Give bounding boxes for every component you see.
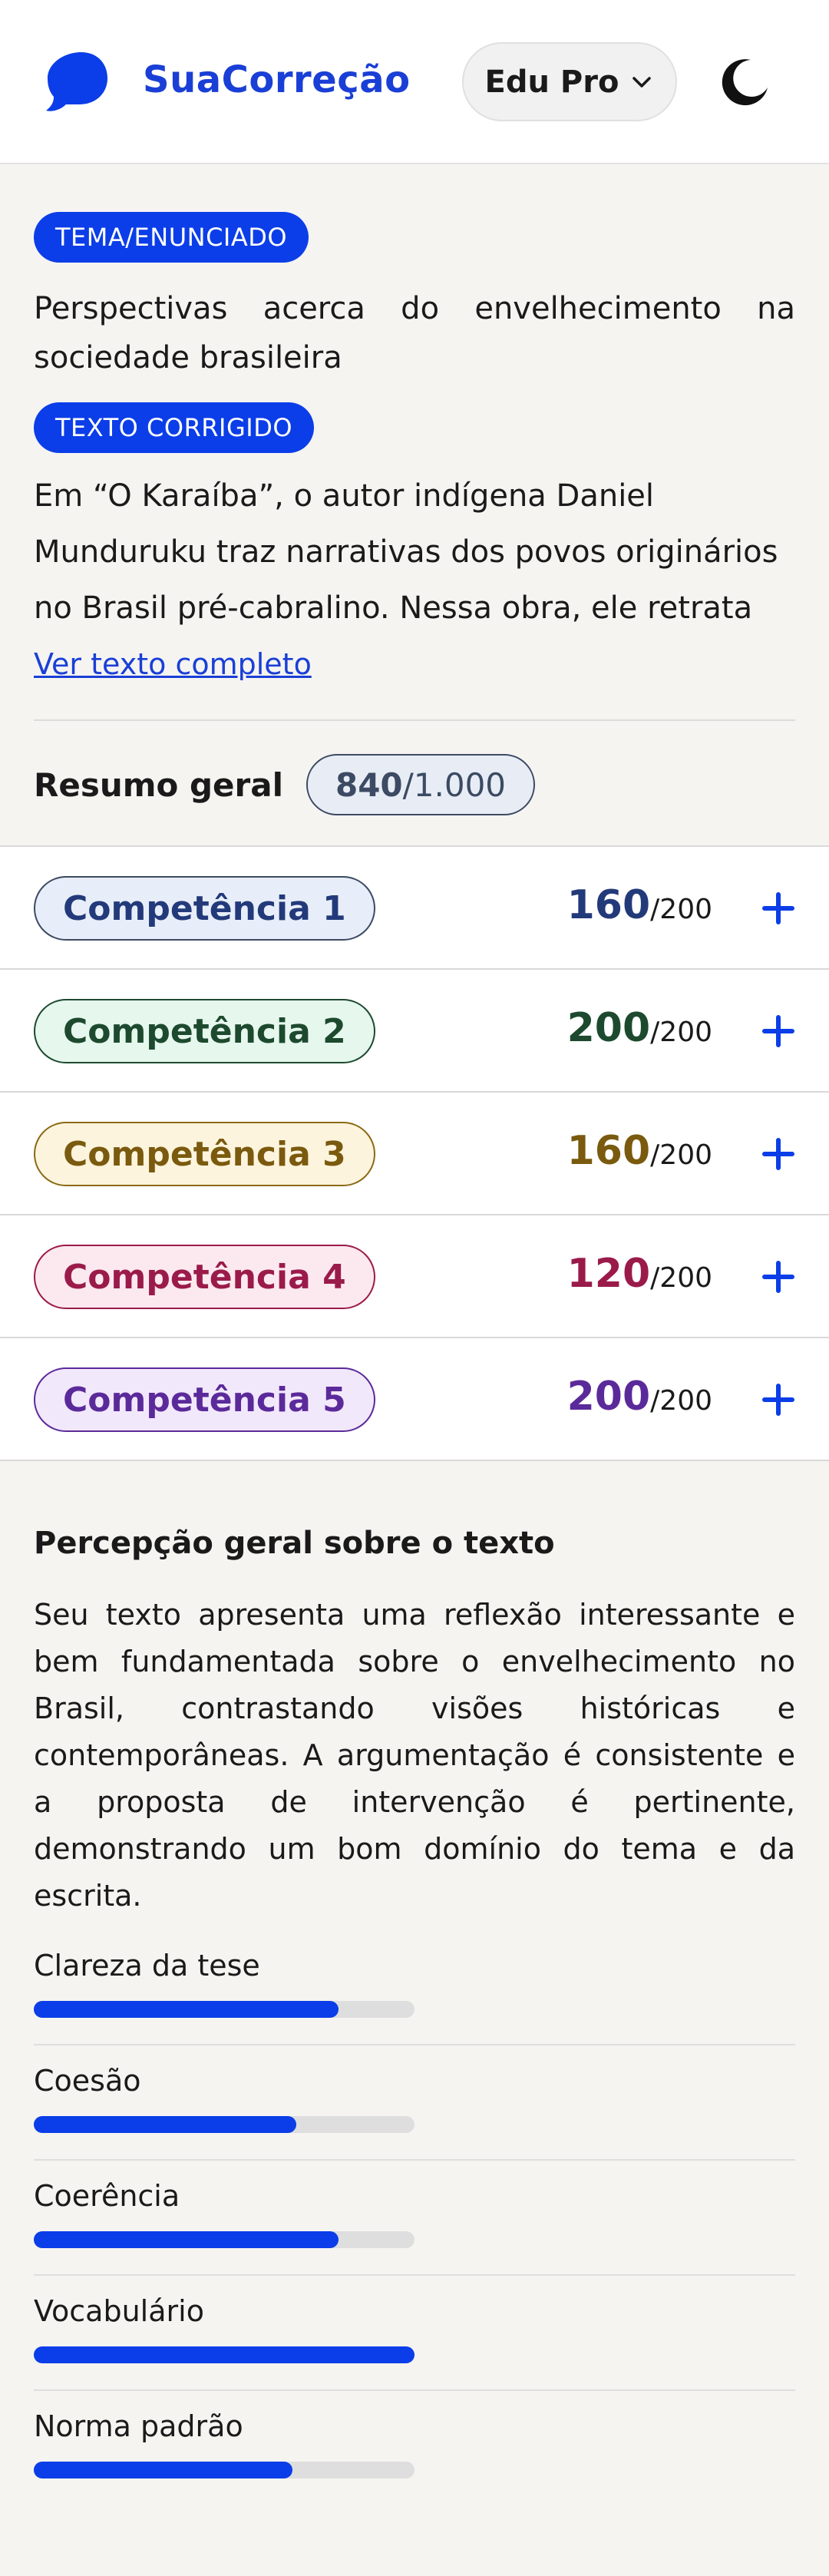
competency-score: 200 /200 xyxy=(567,1374,712,1420)
perception-text: Seu texto apresenta uma reflexão interes… xyxy=(34,1598,795,1913)
competency-score-max: /200 xyxy=(650,894,712,925)
metric-label: Vocabulário xyxy=(34,2294,204,2328)
divider xyxy=(34,719,795,721)
total-score-max: /1.000 xyxy=(402,766,507,804)
competency-score-max: /200 xyxy=(650,1262,712,1294)
metric-bar-fill xyxy=(34,2231,339,2248)
brand-name[interactable]: SuaCorreção xyxy=(143,58,411,101)
metric-item: Norma padrão xyxy=(34,2391,795,2506)
competency-row[interactable]: Competência 1 160 /200 xyxy=(0,847,829,970)
competency-row[interactable]: Competência 4 120 /200 xyxy=(0,1215,829,1338)
metric-label: Coesão xyxy=(34,2064,141,2098)
general-perception: Percepção geral sobre o texto Seu texto … xyxy=(0,1526,829,2506)
plan-label: Edu Pro xyxy=(484,64,619,100)
metrics-list: Clareza da tese Coesão Coerência Vocabul… xyxy=(34,1930,795,2506)
metric-bar-track xyxy=(34,2001,414,2018)
chevron-down-icon xyxy=(632,76,652,88)
speech-bubble-icon[interactable] xyxy=(43,48,111,115)
metric-bar-track xyxy=(34,2346,414,2363)
metric-bar-track xyxy=(34,2462,414,2478)
competency-score: 160 /200 xyxy=(567,882,712,928)
competency-row[interactable]: Competência 3 160 /200 xyxy=(0,1093,829,1215)
competency-list: Competência 1 160 /200 Competência 2 200… xyxy=(0,845,829,1461)
competency-score-value: 160 xyxy=(566,1128,651,1174)
plus-icon[interactable] xyxy=(761,891,795,925)
total-score-badge: 840 /1.000 xyxy=(306,754,536,815)
perception-title: Percepção geral sobre o texto xyxy=(34,1526,555,1561)
competency-score: 200 /200 xyxy=(567,1005,712,1051)
competency-badge: Competência 5 xyxy=(34,1367,375,1432)
moon-icon[interactable] xyxy=(720,57,771,107)
essay-preview: Em “O Karaíba”, o autor indígena Daniel … xyxy=(34,478,778,626)
competency-score-max: /200 xyxy=(650,1139,712,1171)
metric-label: Coerência xyxy=(34,2179,180,2213)
competency-score-value: 120 xyxy=(566,1251,651,1297)
plus-icon[interactable] xyxy=(761,1014,795,1048)
theme-text: Perspectivas acerca do envelhecimento na… xyxy=(34,291,795,375)
competency-badge: Competência 3 xyxy=(34,1122,375,1186)
plus-icon[interactable] xyxy=(761,1137,795,1171)
correction-details: TEMA/ENUNCIADO Perspectivas acerca do en… xyxy=(0,164,829,816)
competency-score: 120 /200 xyxy=(567,1251,712,1297)
corrected-text-tag: TEXTO CORRIGIDO xyxy=(34,402,315,453)
plus-icon[interactable] xyxy=(761,1383,795,1417)
competency-badge: Competência 4 xyxy=(34,1245,375,1309)
competency-badge: Competência 1 xyxy=(34,876,375,941)
competency-score: 160 /200 xyxy=(567,1128,712,1174)
metric-bar-track xyxy=(34,2116,414,2133)
metric-item: Coesão xyxy=(34,2045,795,2161)
metric-bar-fill xyxy=(34,2116,297,2133)
overall-summary: Resumo geral 840 /1.000 xyxy=(34,753,795,816)
competency-row[interactable]: Competência 5 200 /200 xyxy=(0,1338,829,1461)
metric-item: Clareza da tese xyxy=(34,1930,795,2045)
metric-item: Vocabulário xyxy=(34,2276,795,2391)
view-full-text-link[interactable]: Ver texto completo xyxy=(34,647,795,681)
competency-score-value: 200 xyxy=(566,1374,651,1420)
metric-label: Norma padrão xyxy=(34,2409,243,2443)
competency-badge: Competência 2 xyxy=(34,999,375,1063)
metric-bar-track xyxy=(34,2231,414,2248)
metric-item: Coerência xyxy=(34,2161,795,2276)
competency-score-max: /200 xyxy=(650,1385,712,1417)
competency-score-value: 200 xyxy=(566,1005,651,1051)
app-header: SuaCorreção Edu Pro xyxy=(0,0,829,164)
plus-icon[interactable] xyxy=(761,1260,795,1294)
competency-score-value: 160 xyxy=(566,882,651,928)
metric-bar-fill xyxy=(34,2462,293,2478)
plan-selector-button[interactable]: Edu Pro xyxy=(462,42,677,121)
metric-bar-fill xyxy=(34,2346,414,2363)
theme-tag: TEMA/ENUNCIADO xyxy=(34,212,309,263)
competency-score-max: /200 xyxy=(650,1017,712,1048)
competency-row[interactable]: Competência 2 200 /200 xyxy=(0,970,829,1093)
summary-label: Resumo geral xyxy=(34,766,283,804)
metric-bar-fill xyxy=(34,2001,339,2018)
metric-label: Clareza da tese xyxy=(34,1949,260,1982)
total-score-value: 840 xyxy=(335,766,403,804)
